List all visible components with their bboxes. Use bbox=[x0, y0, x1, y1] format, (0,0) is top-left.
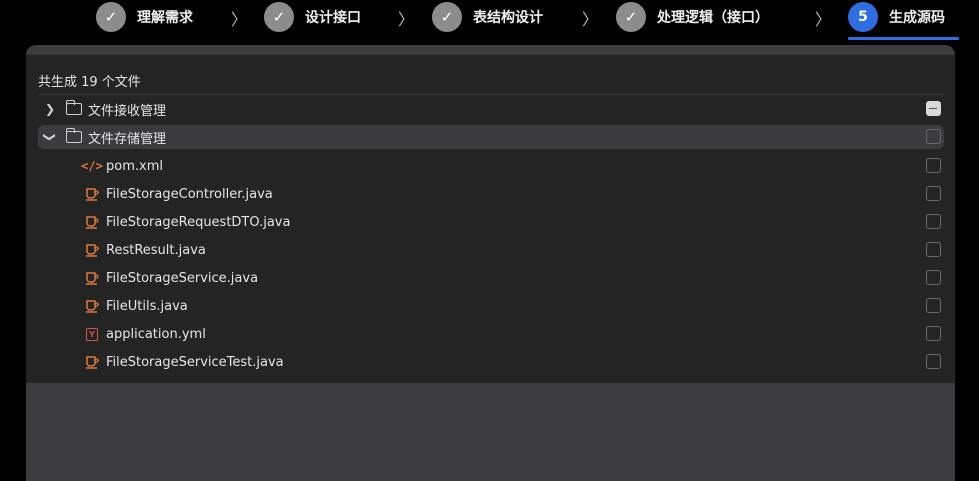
file-name: RestResult.java bbox=[106, 242, 206, 258]
file-row[interactable]: Y application.yml bbox=[38, 322, 944, 346]
step-table-design[interactable]: ✓ 表结构设计 bbox=[432, 2, 543, 32]
file-row[interactable]: RestResult.java bbox=[38, 238, 944, 262]
folder-row-file-storage[interactable]: ❯ 文件存储管理 bbox=[38, 125, 944, 149]
file-row[interactable]: FileStorageServiceTest.java bbox=[38, 350, 944, 374]
file-checkbox[interactable] bbox=[926, 186, 941, 201]
coffee-cup-icon bbox=[84, 242, 100, 258]
stepper: ✓ 理解需求 〉 ✓ 设计接口 〉 ✓ 表结构设计 〉 ✓ 处理逻辑（接口） 〉… bbox=[0, 0, 979, 40]
yaml-icon: Y bbox=[84, 326, 100, 342]
file-checkbox[interactable] bbox=[926, 326, 941, 341]
coffee-cup-icon bbox=[84, 214, 100, 230]
file-checkbox[interactable] bbox=[926, 298, 941, 313]
step-label: 处理逻辑（接口） bbox=[657, 10, 769, 26]
coffee-cup-icon bbox=[84, 186, 100, 202]
step-label: 理解需求 bbox=[137, 10, 193, 26]
coffee-cup-icon bbox=[84, 298, 100, 314]
file-checkbox[interactable] bbox=[926, 354, 941, 369]
folder-name: 文件存储管理 bbox=[88, 131, 167, 147]
divider bbox=[38, 94, 944, 95]
active-step-indicator bbox=[848, 37, 959, 40]
file-name: FileStorageRequestDTO.java bbox=[106, 214, 291, 230]
coffee-cup-icon bbox=[84, 270, 100, 286]
file-row[interactable]: FileStorageRequestDTO.java bbox=[38, 210, 944, 234]
file-row[interactable]: FileStorageService.java bbox=[38, 266, 944, 290]
step-generate-source[interactable]: 5 生成源码 bbox=[848, 2, 945, 32]
file-name: FileStorageService.java bbox=[106, 270, 259, 286]
step-label: 表结构设计 bbox=[473, 10, 543, 26]
step-processing-logic[interactable]: ✓ 处理逻辑（接口） bbox=[616, 2, 769, 32]
file-row[interactable]: FileStorageController.java bbox=[38, 182, 944, 206]
chevron-right-icon: 〉 bbox=[815, 10, 832, 29]
file-name: FileStorageController.java bbox=[106, 186, 273, 202]
file-row[interactable]: </> pom.xml bbox=[38, 154, 944, 178]
coffee-cup-icon bbox=[84, 354, 100, 370]
file-name: pom.xml bbox=[106, 158, 163, 174]
file-name: FileStorageServiceTest.java bbox=[106, 354, 284, 370]
step-understand-requirements[interactable]: ✓ 理解需求 bbox=[96, 2, 193, 32]
step-label: 生成源码 bbox=[889, 10, 945, 26]
file-checkbox[interactable] bbox=[926, 214, 941, 229]
file-panel: 共生成 19 个文件 ❯ 文件接收管理 ❯ 文件存储管理 </> pom.xml… bbox=[26, 55, 955, 383]
folder-checkbox[interactable] bbox=[926, 101, 941, 116]
chevron-down-icon[interactable]: ❯ bbox=[43, 125, 57, 149]
chevron-right-icon[interactable]: ❯ bbox=[38, 102, 62, 116]
check-icon: ✓ bbox=[432, 2, 462, 32]
file-name: FileUtils.java bbox=[106, 298, 188, 314]
folder-icon bbox=[65, 128, 82, 143]
chevron-right-icon: 〉 bbox=[398, 10, 415, 29]
check-icon: ✓ bbox=[264, 2, 294, 32]
folder-row-file-receive[interactable]: ❯ 文件接收管理 bbox=[38, 97, 944, 121]
chevron-right-icon: 〉 bbox=[582, 10, 599, 29]
chevron-right-icon: 〉 bbox=[231, 10, 248, 29]
folder-checkbox[interactable] bbox=[926, 129, 941, 144]
file-checkbox[interactable] bbox=[926, 158, 941, 173]
folder-icon bbox=[65, 100, 82, 115]
code-icon: </> bbox=[81, 159, 103, 173]
check-icon: ✓ bbox=[616, 2, 646, 32]
file-name: application.yml bbox=[106, 326, 206, 342]
file-checkbox[interactable] bbox=[926, 242, 941, 257]
file-checkbox[interactable] bbox=[926, 270, 941, 285]
step-design-interface[interactable]: ✓ 设计接口 bbox=[264, 2, 361, 32]
file-count-summary: 共生成 19 个文件 bbox=[38, 75, 141, 90]
file-row[interactable]: FileUtils.java bbox=[38, 294, 944, 318]
step-label: 设计接口 bbox=[305, 10, 361, 26]
check-icon: ✓ bbox=[96, 2, 126, 32]
step-number-badge: 5 bbox=[848, 2, 878, 32]
folder-name: 文件接收管理 bbox=[88, 103, 167, 119]
